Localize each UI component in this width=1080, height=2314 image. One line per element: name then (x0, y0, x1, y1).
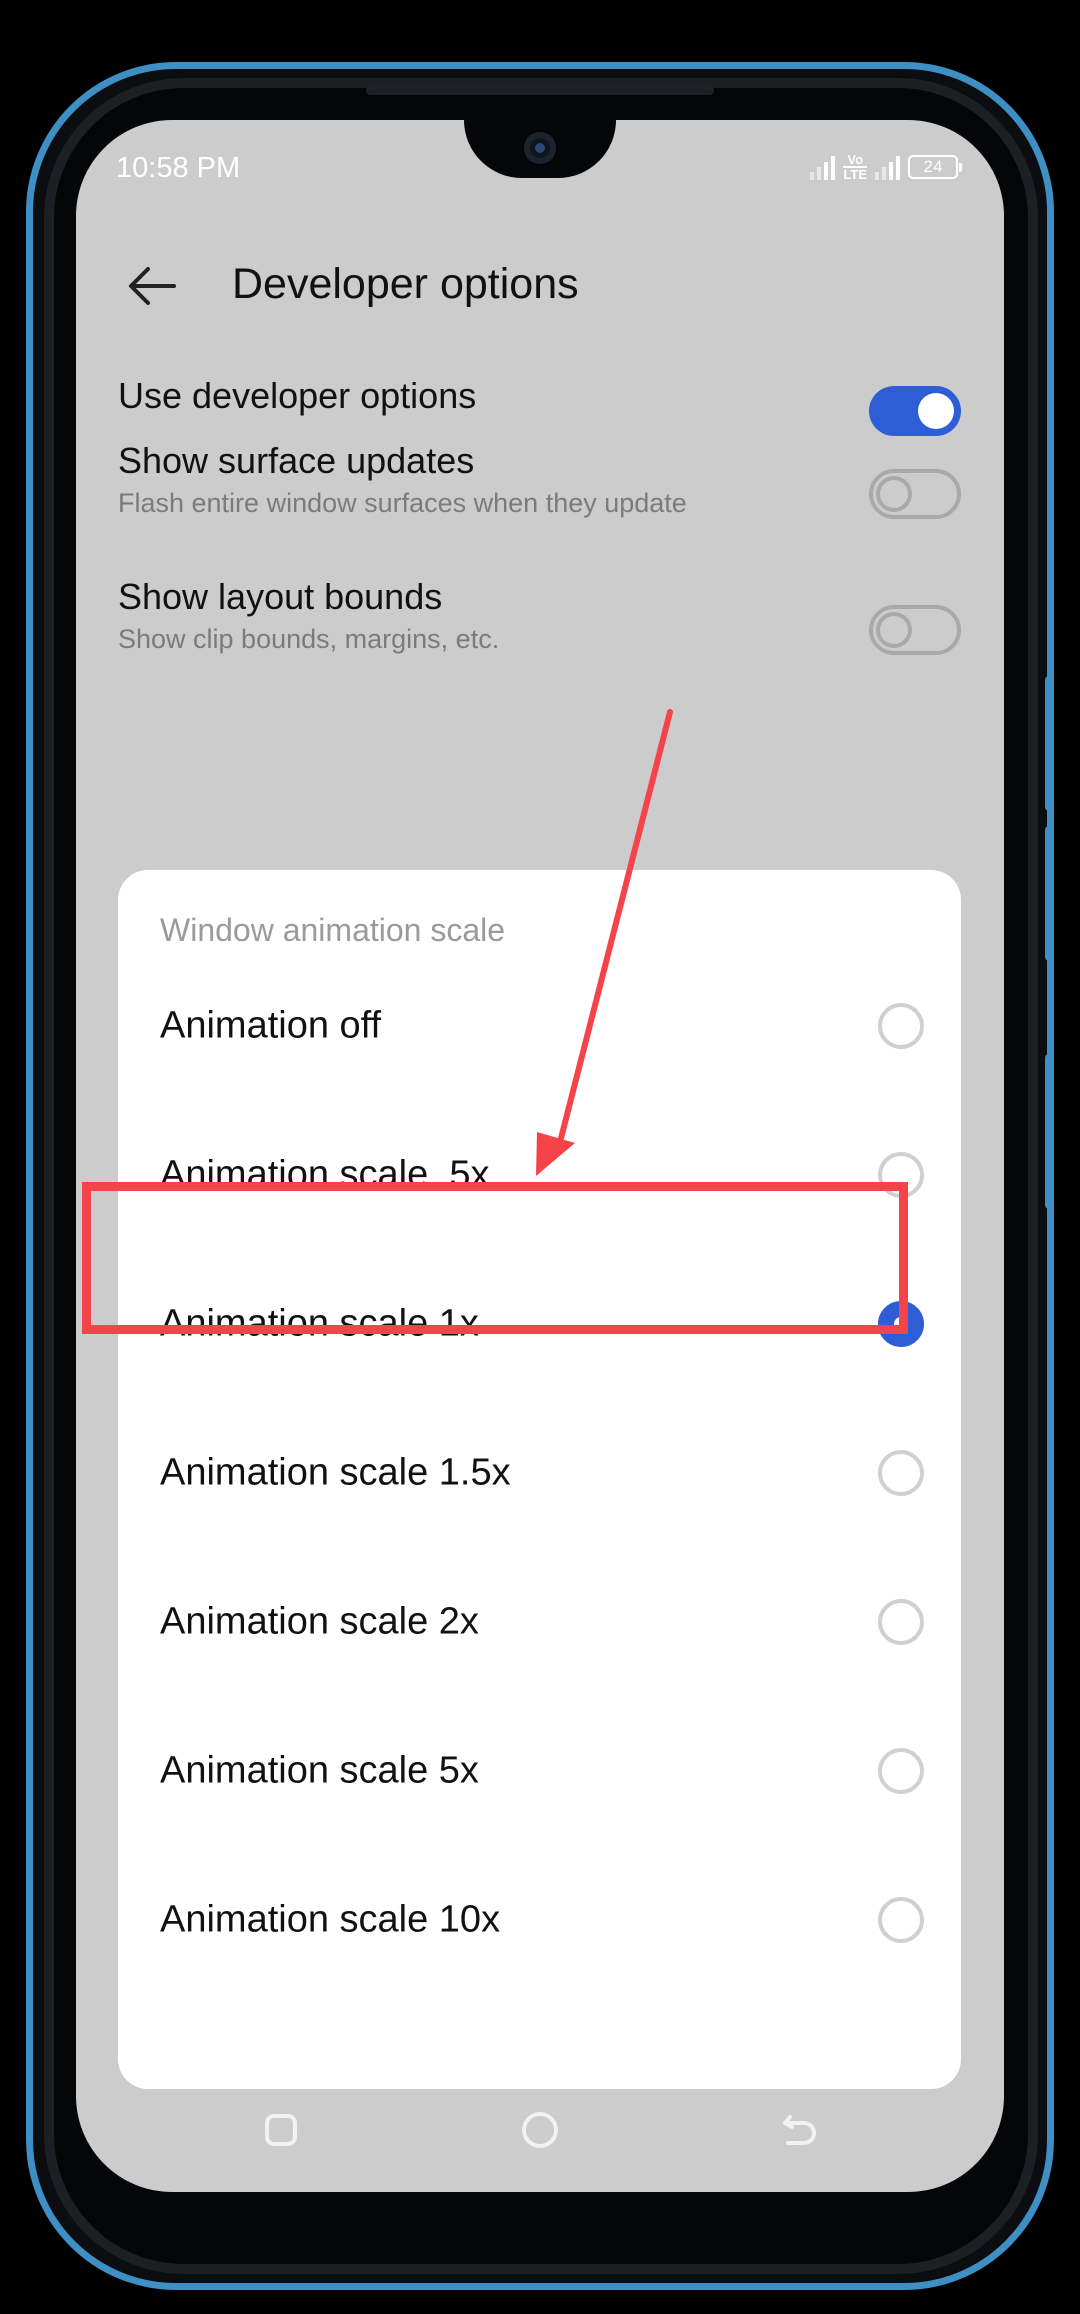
option-animation-scale-5x[interactable]: Animation scale 5x (118, 1696, 961, 1846)
setting-show-surface-updates-title[interactable]: Show surface updates (118, 440, 474, 482)
page-title: Developer options (232, 260, 579, 308)
back-arrow-icon (783, 2115, 816, 2145)
navigation-bar (76, 2100, 1004, 2170)
radio-button[interactable] (878, 1450, 924, 1496)
battery-icon: 24 (908, 155, 962, 179)
earpiece-speaker (366, 86, 714, 95)
radio-button-selected[interactable] (878, 1301, 924, 1347)
radio-button[interactable] (878, 1152, 924, 1198)
power-button (1045, 1054, 1054, 1209)
option-animation-scale-1x[interactable]: Animation scale 1x (118, 1249, 961, 1399)
status-time: 10:58 PM (116, 152, 241, 184)
setting-show-surface-updates-subtitle: Flash entire window surfaces when they u… (118, 488, 687, 518)
option-label: Animation scale 5x (160, 1749, 479, 1792)
option-label: Animation off (160, 1004, 382, 1047)
radio-button[interactable] (878, 1897, 924, 1943)
circle-icon (522, 2112, 558, 2148)
setting-use-developer-options-title[interactable]: Use developer options (118, 375, 476, 417)
use-developer-options-toggle[interactable] (869, 386, 961, 436)
option-label: Animation scale 2x (160, 1600, 479, 1643)
radio-button[interactable] (878, 1003, 924, 1049)
status-icons: Vo LTE 24 (810, 150, 964, 184)
setting-show-layout-bounds-title[interactable]: Show layout bounds (118, 576, 442, 618)
screen: 10:58 PM Vo LTE 24 Developer options Use… (76, 120, 1004, 2192)
show-surface-updates-toggle[interactable] (869, 469, 961, 519)
square-icon (265, 2114, 297, 2146)
battery-level: 24 (923, 157, 943, 176)
show-layout-bounds-toggle[interactable] (869, 605, 961, 655)
back-nav-button[interactable] (770, 2100, 830, 2160)
option-animation-scale-2x[interactable]: Animation scale 2x (118, 1547, 961, 1697)
back-button[interactable] (122, 256, 182, 316)
arrow-left-icon (129, 267, 176, 305)
volume-down-button (1045, 826, 1054, 961)
setting-show-layout-bounds-subtitle: Show clip bounds, margins, etc. (118, 624, 500, 654)
signal-icon (810, 154, 836, 180)
dialog-title: Window animation scale (160, 912, 506, 948)
option-label: Animation scale 1.5x (160, 1451, 511, 1494)
option-label: Animation scale .5x (160, 1153, 490, 1196)
option-label: Animation scale 10x (160, 1898, 501, 1941)
home-button[interactable] (510, 2100, 570, 2160)
option-animation-scale-0-5x[interactable]: Animation scale .5x (118, 1100, 961, 1250)
front-camera (524, 132, 556, 164)
volte-icon: Vo LTE (843, 152, 867, 182)
signal-icon-2 (875, 154, 900, 180)
option-animation-off[interactable]: Animation off (118, 951, 961, 1101)
recent-apps-button[interactable] (251, 2100, 311, 2160)
animation-scale-dialog: Window animation scale Animation off Ani… (118, 870, 961, 2089)
volume-up-button (1045, 676, 1054, 811)
radio-button[interactable] (878, 1748, 924, 1794)
option-animation-scale-1-5x[interactable]: Animation scale 1.5x (118, 1398, 961, 1548)
option-label: Animation scale 1x (160, 1302, 479, 1345)
radio-button[interactable] (878, 1599, 924, 1645)
option-animation-scale-10x[interactable]: Animation scale 10x (118, 1845, 961, 1995)
